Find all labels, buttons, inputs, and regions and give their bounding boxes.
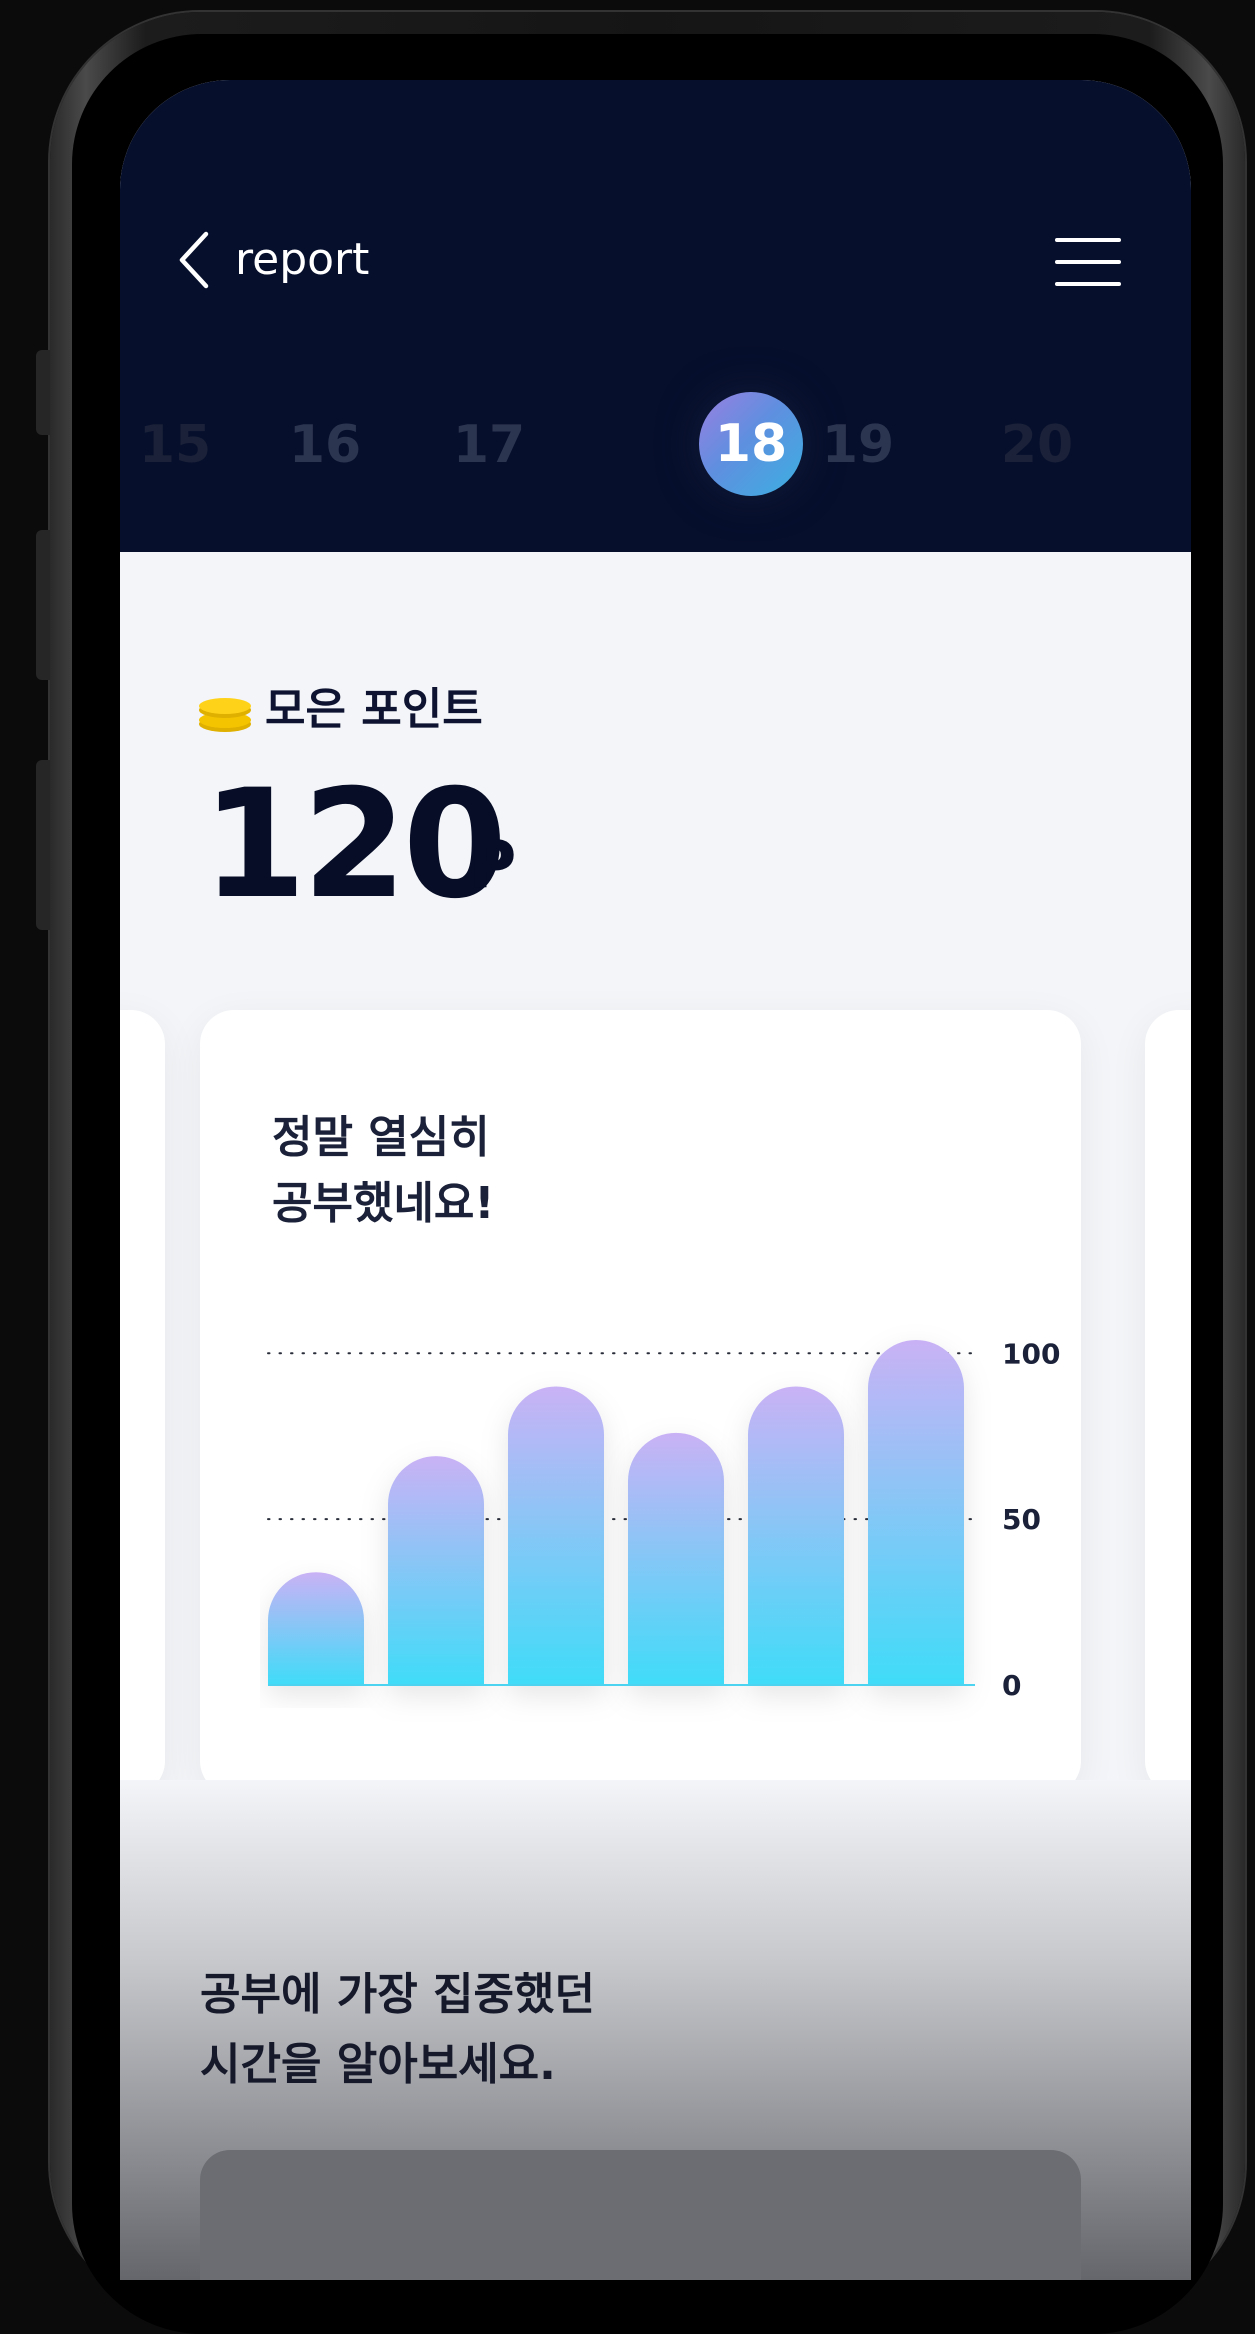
chart-bar xyxy=(868,1340,964,1685)
page-title: report xyxy=(235,234,370,285)
chart-bar xyxy=(508,1386,604,1685)
date-item[interactable]: 17 xyxy=(434,390,544,500)
chart-bar xyxy=(268,1572,364,1685)
date-strip: 15 16 17 18 19 20 xyxy=(120,390,1191,510)
header: report 15 16 17 18 19 20 xyxy=(120,80,1191,552)
chart-bar xyxy=(388,1456,484,1685)
points-label: 모은 포인트 xyxy=(265,684,483,735)
carousel-card-prev[interactable] xyxy=(120,1010,165,1795)
focus-section-title: 공부에 가장 집중했던 시간을 알아보세요. xyxy=(200,1969,595,2090)
y-tick-label: 0 xyxy=(1002,1669,1021,1702)
phone-side-button xyxy=(36,530,50,680)
card-title: 정말 열심히 공부했네요! xyxy=(272,1112,495,1229)
bar-chart: 100 50 0 xyxy=(267,1337,1060,1702)
date-item[interactable]: 19 xyxy=(803,390,913,500)
hamburger-menu-icon[interactable] xyxy=(1055,238,1121,288)
date-item[interactable]: 20 xyxy=(982,390,1092,500)
date-item-selected[interactable]: 18 xyxy=(699,392,803,496)
y-tick-label: 50 xyxy=(1002,1503,1041,1536)
study-chart-card: 정말 열심히 공부했네요! 100 50 0 xyxy=(200,1010,1081,1795)
date-item[interactable]: 15 xyxy=(120,390,230,500)
chevron-left-icon[interactable] xyxy=(176,230,216,290)
y-tick-label: 100 xyxy=(1002,1337,1060,1370)
chart-bar xyxy=(748,1386,844,1685)
carousel-card-next[interactable] xyxy=(1145,1010,1191,1795)
app-screen: report 15 16 17 18 19 20 모은 포인트 120 P 정말… xyxy=(120,80,1191,2280)
date-item[interactable]: 16 xyxy=(270,390,380,500)
focus-card[interactable] xyxy=(200,2150,1081,2280)
phone-side-button xyxy=(36,760,50,930)
coin-stack-icon xyxy=(199,698,251,732)
points-unit: P xyxy=(468,826,517,903)
phone-side-button xyxy=(36,350,50,435)
points-value: 120 xyxy=(202,758,507,932)
chart-bar xyxy=(628,1432,724,1685)
